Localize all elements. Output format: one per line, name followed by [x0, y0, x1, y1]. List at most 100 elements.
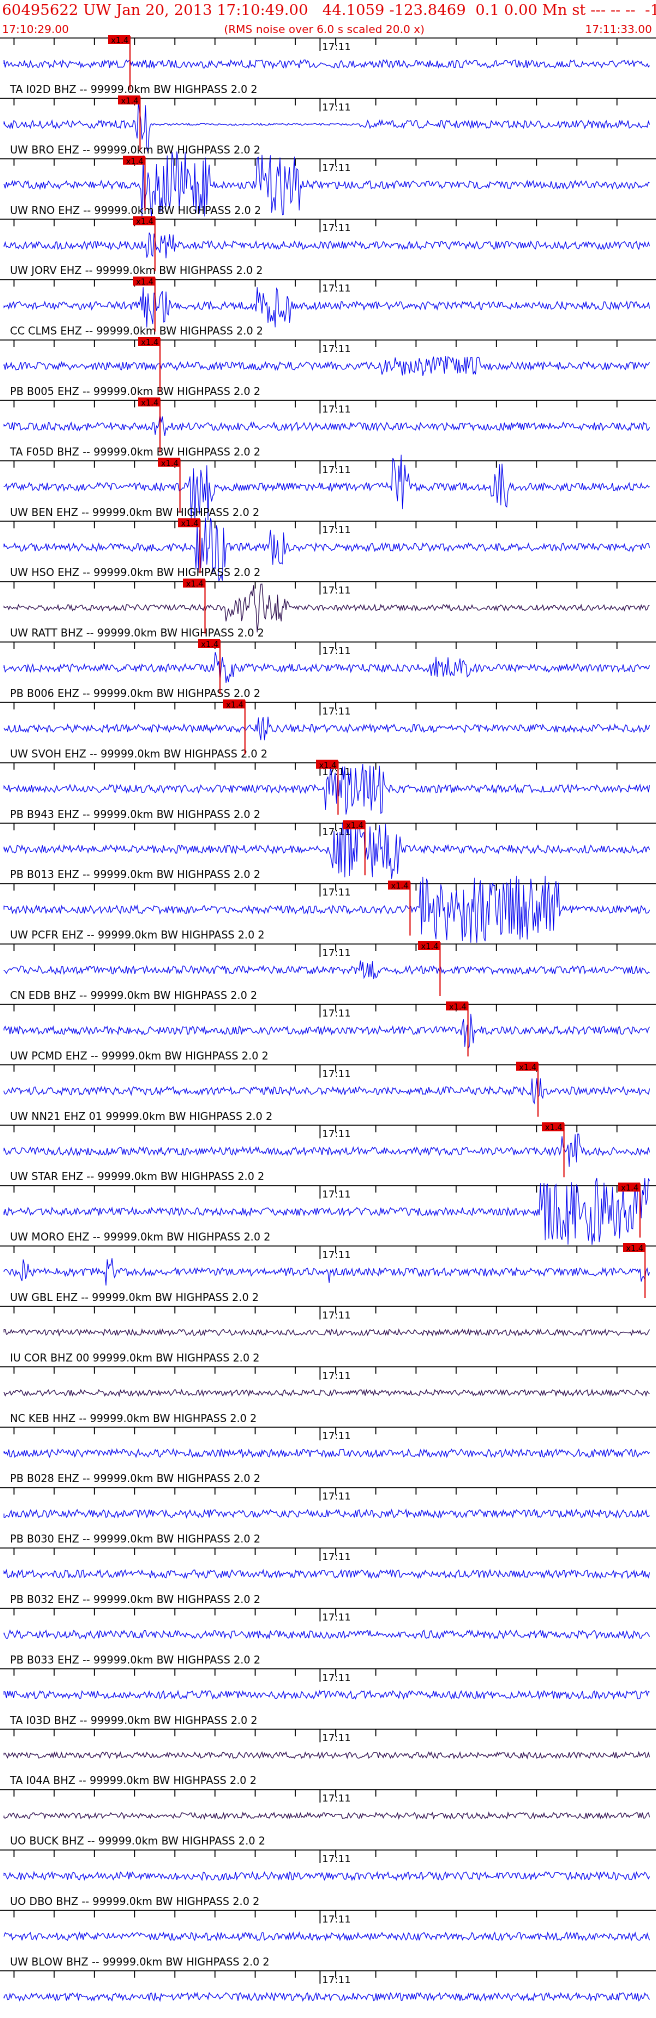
- pick-label: x1.4: [545, 1123, 562, 1132]
- pick-label: x1.4: [421, 942, 438, 951]
- station-label: UW STAR EHZ -- 99999.0km BW HIGHPASS 2.0…: [10, 1171, 264, 1183]
- station-label: UW SVOH EHZ -- 99999.0km BW HIGHPASS 2.0…: [10, 748, 267, 760]
- station-label: PB B013 EHZ -- 99999.0km BW HIGHPASS 2.0…: [10, 869, 260, 881]
- station-label: UW BRO EHZ -- 99999.0km BW HIGHPASS 2.0 …: [10, 144, 260, 156]
- minute-tick-label: 17:11: [322, 223, 351, 234]
- station-label: UW PCMD EHZ -- 99999.0km BW HIGHPASS 2.0…: [10, 1050, 268, 1062]
- station-label: PB B005 EHZ -- 99999.0km BW HIGHPASS 2.0…: [10, 386, 260, 398]
- station-label: PB B006 EHZ -- 99999.0km BW HIGHPASS 2.0…: [10, 688, 260, 700]
- minute-tick-label: 17:11: [322, 646, 351, 657]
- minute-tick-label: 17:11: [322, 1008, 351, 1019]
- trace-row: 17:11UW MPO EHZ -- 99999.0km BW HIGHPASS…: [0, 1970, 656, 2018]
- pick-label: x1.4: [111, 36, 128, 45]
- waveform: [3, 1388, 650, 1398]
- trace-row: 17:11 UW MORO EHZ -- 99999.0km BW HIGHPAS…: [0, 1177, 656, 1245]
- minute-tick-label: 17:11: [322, 1914, 351, 1925]
- trace-row: 17:11PB B943 EHZ -- 99999.0km BW HIGHPAS…: [0, 759, 656, 821]
- minute-tick-label: 17:11: [322, 1431, 351, 1442]
- minute-tick-label: 17:11: [322, 1492, 351, 1503]
- station-label: PB B033 EHZ -- 99999.0km BW HIGHPASS 2.0…: [10, 1654, 260, 1666]
- station-label: UO DBO BHZ -- 99999.0km BW HIGHPASS 2.0 …: [10, 1896, 259, 1908]
- trace-row: 17:11 UW JORV EHZ -- 99999.0km BW HIGHPAS…: [0, 216, 656, 277]
- waveform: [3, 1870, 650, 1882]
- trace-row: 17:11 UW RNO EHZ -- 99999.0km BW HIGHPASS…: [0, 151, 656, 219]
- waveform: [3, 1568, 650, 1580]
- station-label: UW NN21 EHZ 01 99999.0km BW HIGHPASS 2.0…: [10, 1111, 272, 1123]
- station-label: UW GBL EHZ -- 99999.0km BW HIGHPASS 2.0 …: [10, 1292, 259, 1304]
- trace-row: 17:11 PB B030 EHZ -- 99999.0km BW HIGHPAS…: [0, 1487, 656, 1546]
- minute-tick-label: 17:11: [322, 1552, 351, 1563]
- trace-row: 17:11 PB B005 EHZ -- 99999.0km BW HIGHPAS…: [0, 337, 656, 398]
- waveform: [3, 232, 650, 259]
- trace-row: 17:11 UW PCMD EHZ -- 99999.0km BW HIGHPAS…: [0, 1001, 656, 1062]
- minute-tick-label: 17:11: [322, 102, 351, 113]
- station-label: UW JORV EHZ -- 99999.0km BW HIGHPASS 2.0…: [10, 265, 263, 277]
- minute-tick-label: 17:11: [322, 706, 351, 717]
- trace-row: 17:11 TA I03D BHZ -- 99999.0km BW HIGHPAS…: [0, 1668, 656, 1727]
- pick-label: x1.4: [181, 519, 198, 528]
- pick-label: x1.4: [519, 1063, 536, 1072]
- trace-row: 17:11 UW RATT BHZ -- 99999.0km BW HIGHPAS…: [0, 578, 656, 640]
- minute-tick-label: 17:11: [322, 1310, 351, 1321]
- trace-row: 17:11 UO BUCK BHZ -- 99999.0km BW HIGHPAS…: [0, 1789, 656, 1848]
- trace-row: 17:11 UO DBO BHZ -- 99999.0km BW HIGHPASS…: [0, 1849, 656, 1908]
- waveform: [3, 1750, 650, 1760]
- trace-row: 17:11 UW SVOH EHZ -- 99999.0km BW HIGHPAS…: [0, 699, 656, 760]
- minute-tick-label: 17:11: [322, 1069, 351, 1080]
- trace-row: 17:11 TA I04A BHZ -- 99999.0km BW HIGHPAS…: [0, 1728, 656, 1787]
- station-label: UW BLOW BHZ -- 99999.0km BW HIGHPASS 2.0…: [10, 1956, 269, 1968]
- pick-label: x1.4: [391, 882, 408, 891]
- trace-row: 17:11 UW BLOW BHZ -- 99999.0km BW HIGHPAS…: [0, 1909, 656, 1968]
- minute-tick-label: 17:11: [322, 1612, 351, 1623]
- station-label: TA I04A BHZ -- 99999.0km BW HIGHPASS 2.0…: [9, 1775, 257, 1787]
- waveform: [3, 716, 650, 741]
- station-label: CC CLMS EHZ -- 99999.0km BW HIGHPASS 2.0…: [10, 326, 263, 338]
- minute-tick-label: 17:11: [322, 1794, 351, 1805]
- trace-row: 17:11PB B013 EHZ -- 99999.0km BW HIGHPAS…: [0, 820, 656, 881]
- trace-row: 17:11 UW HSO EHZ -- 99999.0km BW HIGHPASS…: [0, 517, 656, 582]
- waveform: [3, 960, 650, 980]
- pick-label: x1.4: [186, 580, 203, 589]
- station-label: UW RNO EHZ -- 99999.0km BW HIGHPASS 2.0 …: [10, 205, 261, 217]
- station-label: CN EDB BHZ -- 99999.0km BW HIGHPASS 2.0 …: [10, 990, 257, 1002]
- minute-tick-label: 17:11: [322, 1250, 351, 1261]
- pick-label: x1.4: [126, 157, 143, 166]
- minute-tick-label: 17:11: [322, 1854, 351, 1865]
- trace-row: 17:11 PB B028 EHZ -- 99999.0km BW HIGHPAS…: [0, 1426, 656, 1485]
- minute-tick-label: 17:11: [322, 344, 351, 355]
- waveform: [3, 1447, 650, 1459]
- pick-label: x1.4: [346, 821, 363, 830]
- station-label: NC KEB HHZ -- 99999.0km BW HIGHPASS 2.0 …: [10, 1413, 257, 1425]
- waveform: [3, 1508, 650, 1519]
- station-label: TA F05D BHZ -- 99999.0km BW HIGHPASS 2.0…: [9, 446, 260, 458]
- pick-label: x1.4: [449, 1002, 466, 1011]
- minute-tick-label: 17:11: [322, 42, 351, 53]
- pick-label: x1.4: [136, 217, 153, 226]
- minute-tick-label: 17:11: [322, 1673, 351, 1684]
- minute-tick-label: 17:11: [322, 1733, 351, 1744]
- pick-label: x1.4: [319, 761, 336, 770]
- trace-row: 17:11 PB B032 EHZ -- 99999.0km BW HIGHPAS…: [0, 1547, 656, 1606]
- station-label: PB B943 EHZ -- 99999.0km BW HIGHPASS 2.0…: [10, 809, 260, 821]
- station-label: UW HSO EHZ -- 99999.0km BW HIGHPASS 2.0 …: [10, 567, 260, 579]
- station-label: TA I03D BHZ -- 99999.0km BW HIGHPASS 2.0…: [9, 1715, 257, 1727]
- minute-tick-label: 17:11: [322, 404, 351, 415]
- pick-label: x1.4: [626, 1244, 643, 1253]
- pick-label: x1.4: [121, 96, 138, 105]
- trace-row: 17:11 TA F05D BHZ -- 99999.0km BW HIGHPAS…: [0, 397, 656, 458]
- pick-label: x1.4: [201, 640, 218, 649]
- minute-tick-label: 17:11: [322, 586, 351, 597]
- minute-tick-label: 17:11: [322, 465, 351, 476]
- pick-label: x1.4: [621, 1184, 638, 1193]
- station-label: PB B030 EHZ -- 99999.0km BW HIGHPASS 2.0…: [10, 1534, 260, 1546]
- pick-label: x1.4: [226, 700, 243, 709]
- waveform: [3, 1689, 650, 1700]
- trace-row: 17:11 CC CLMS EHZ -- 99999.0km BW HIGHPAS…: [0, 276, 656, 338]
- seismogram-plot: 17:11 TA I02D BHZ -- 99999.0km BW HIGHPAS…: [0, 35, 656, 2018]
- minute-tick-label: 17:11: [322, 888, 351, 899]
- trace-row: 17:11 NC KEB HHZ -- 99999.0km BW HIGHPASS…: [0, 1366, 656, 1425]
- waveform: [3, 1931, 650, 1942]
- minute-tick-label: 17:11: [322, 948, 351, 959]
- pick-label: x1.4: [161, 459, 178, 468]
- station-label: UW PCFR EHZ -- 99999.0km BW HIGHPASS 2.0…: [10, 930, 265, 942]
